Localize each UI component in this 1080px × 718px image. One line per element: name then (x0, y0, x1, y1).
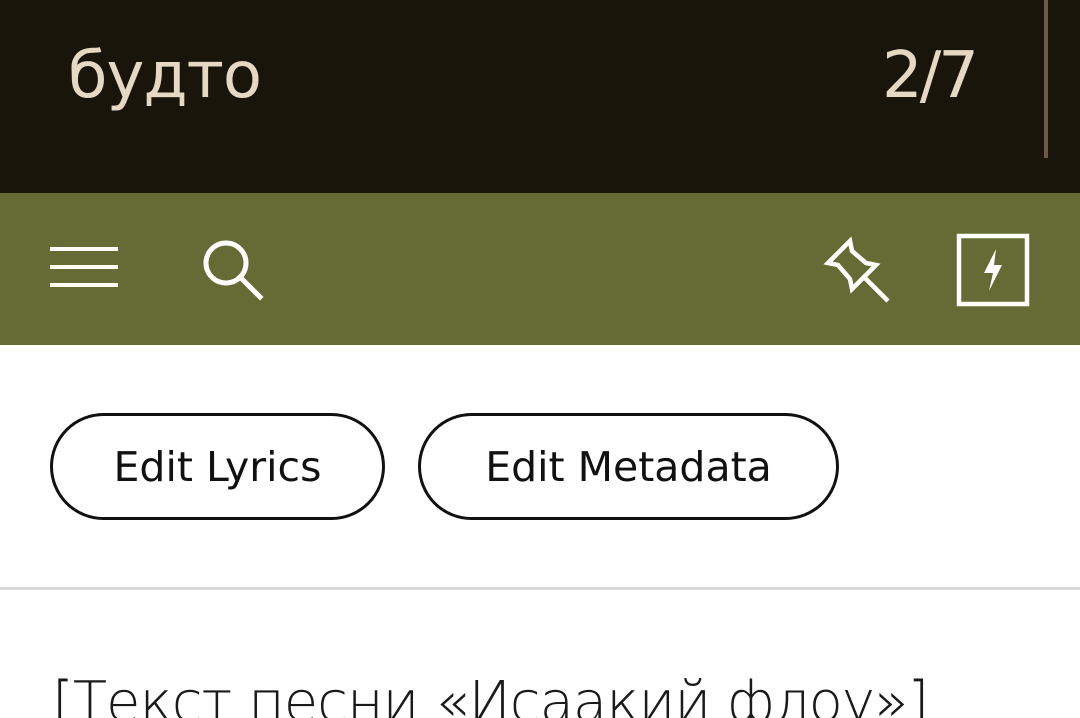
edit-lyrics-button[interactable]: Edit Lyrics (50, 413, 385, 520)
bolt-icon[interactable] (956, 233, 1030, 307)
find-match-count: 2/7 (882, 39, 979, 113)
song-actions: Edit Lyrics Edit Metadata (0, 345, 1080, 588)
app-toolbar (0, 193, 1080, 345)
find-bar-divider (1044, 0, 1048, 158)
search-icon[interactable] (200, 237, 266, 303)
find-query-text[interactable]: будто (68, 36, 262, 116)
lyrics-section-header: [Текст песни «Исаакий флоу»] (52, 670, 929, 718)
lyrics-content: [Текст песни «Исаакий флоу»] (0, 590, 1080, 718)
find-in-page-bar: будто 2/7 (0, 0, 1080, 193)
edit-metadata-button[interactable]: Edit Metadata (418, 413, 839, 520)
pin-icon[interactable] (820, 233, 896, 309)
menu-icon[interactable] (48, 243, 120, 291)
